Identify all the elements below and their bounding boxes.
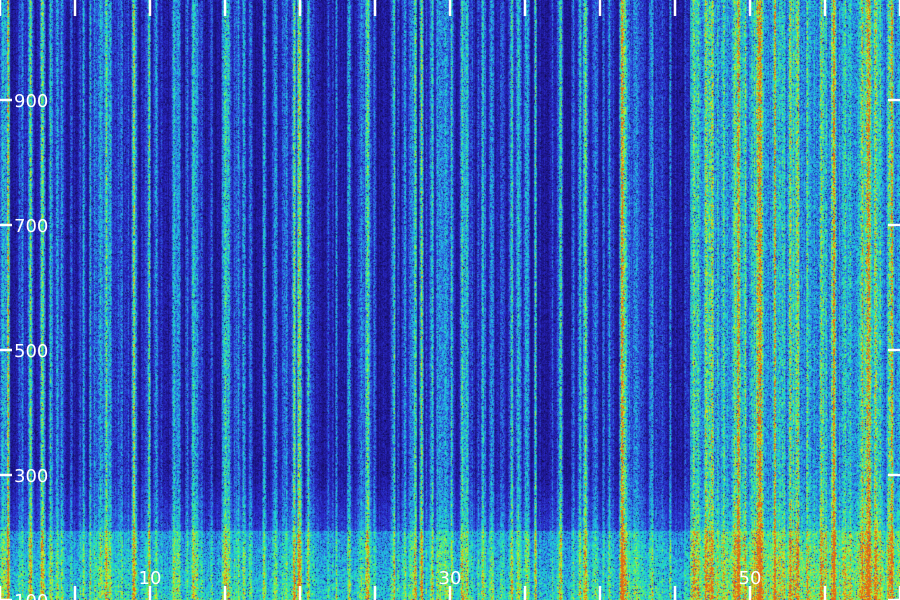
y-tick-label: 100 [14, 591, 48, 600]
y-tick-label: 300 [14, 466, 48, 487]
spectrogram-chart: 10 30 50 100 300 500 700 900 [0, 0, 900, 600]
x-tick-label: 50 [739, 568, 762, 589]
y-tick-label: 700 [14, 216, 48, 237]
x-tick-label: 10 [139, 568, 162, 589]
chart-axes: 10 30 50 100 300 500 700 900 [0, 0, 900, 600]
y-tick-label: 500 [14, 341, 48, 362]
y-tick-label: 900 [14, 91, 48, 112]
x-tick-label: 30 [439, 568, 462, 589]
